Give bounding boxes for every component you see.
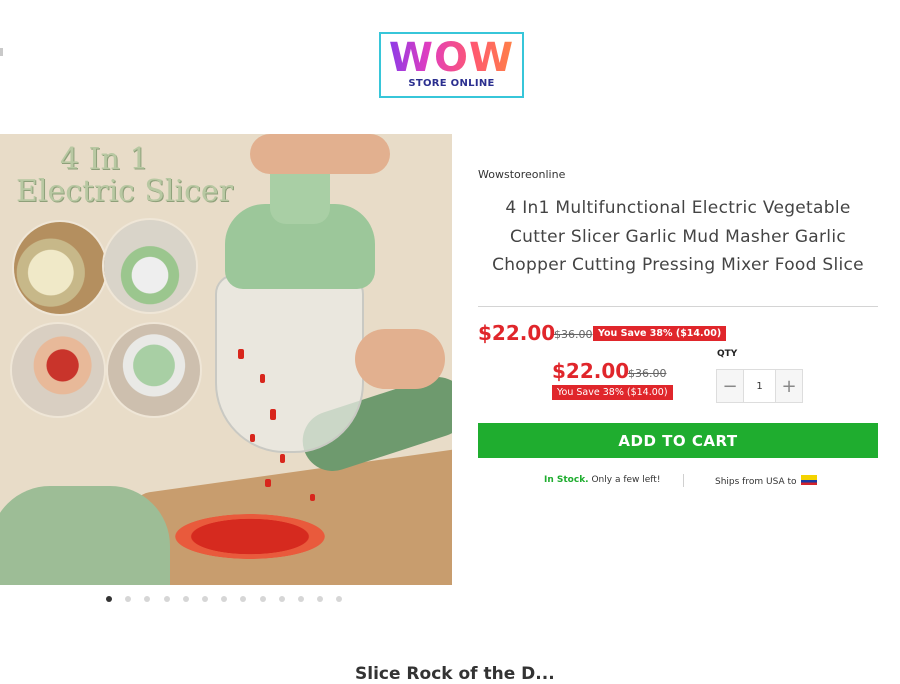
- hand-top: [250, 134, 390, 174]
- info-divider: [683, 474, 684, 487]
- thumb-circle-tomato: [12, 324, 104, 416]
- chili-piece: [238, 349, 244, 359]
- product-image[interactable]: 4 In 1 Electric Slicer: [0, 134, 452, 585]
- gallery-dot[interactable]: [259, 596, 266, 602]
- chili-piece: [280, 454, 285, 463]
- gallery-dot[interactable]: [278, 596, 285, 602]
- gallery-dots[interactable]: [106, 596, 346, 604]
- chili-piece: [250, 434, 255, 442]
- logo-wordmark: WOW: [381, 36, 522, 80]
- chili-piece: [260, 374, 265, 383]
- plus-button[interactable]: +: [776, 370, 802, 402]
- chili-piece: [265, 479, 271, 487]
- gallery-dot[interactable]: [125, 596, 132, 602]
- gallery-dot[interactable]: [163, 596, 170, 602]
- image-text-line2: Electric Slicer: [16, 174, 234, 209]
- cutting-board: [131, 444, 452, 585]
- hand-right: [355, 329, 445, 389]
- gallery-dot[interactable]: [202, 596, 208, 602]
- savings-badge: You Save 38% ($14.00): [593, 326, 727, 341]
- shipping-text: Ships from USA to: [715, 477, 797, 487]
- in-stock-label: In Stock.: [544, 475, 589, 485]
- gallery-dot[interactable]: [221, 596, 228, 602]
- gallery-dot[interactable]: [240, 596, 247, 602]
- chopper-bowl: [215, 274, 364, 453]
- thumb-circle-brush: [108, 324, 200, 416]
- gallery-dot[interactable]: [106, 596, 112, 602]
- gallery-dot[interactable]: [144, 596, 151, 602]
- shipping-info: Ships from USA to: [715, 475, 818, 487]
- add-to-cart-button[interactable]: ADD TO CART: [478, 423, 878, 458]
- appliance-base: [0, 486, 170, 585]
- gallery-dot[interactable]: [336, 596, 343, 602]
- chili-piece: [270, 409, 276, 420]
- thumb-circle-onion: [104, 220, 196, 312]
- quantity-stepper[interactable]: − 1 +: [716, 369, 803, 403]
- sale-price: $22.00: [478, 321, 556, 345]
- quantity-input[interactable]: 1: [743, 370, 776, 402]
- gallery-dot[interactable]: [298, 596, 304, 602]
- gallery-dot[interactable]: [182, 596, 189, 602]
- section-heading-partial: Slice Rock of the D...: [355, 664, 555, 684]
- sale-price-secondary: $22.00: [552, 359, 630, 383]
- edge-marker: [0, 48, 3, 56]
- savings-badge-secondary: You Save 38% ($14.00): [552, 385, 673, 400]
- gallery-dot[interactable]: [317, 596, 324, 602]
- title-divider: [478, 306, 878, 307]
- thumb-circle-garlic: [14, 222, 106, 314]
- compare-price-secondary: $36.00: [628, 367, 667, 380]
- store-logo[interactable]: WOW STORE ONLINE: [379, 32, 524, 98]
- vendor-name[interactable]: Wowstoreonline: [478, 168, 565, 181]
- quantity-label: QTY: [717, 349, 738, 359]
- product-title: 4 In1 Multifunctional Electric Vegetable…: [492, 198, 864, 275]
- flag-icon: [801, 475, 818, 485]
- chili-piece: [310, 494, 315, 501]
- stock-note: Only a few left!: [588, 475, 661, 485]
- chili-pile: [175, 514, 325, 559]
- compare-price: $36.00: [554, 328, 593, 341]
- minus-button[interactable]: −: [717, 370, 743, 402]
- stock-status: In Stock. Only a few left!: [544, 475, 660, 485]
- image-text-line1: 4 In 1: [60, 142, 149, 177]
